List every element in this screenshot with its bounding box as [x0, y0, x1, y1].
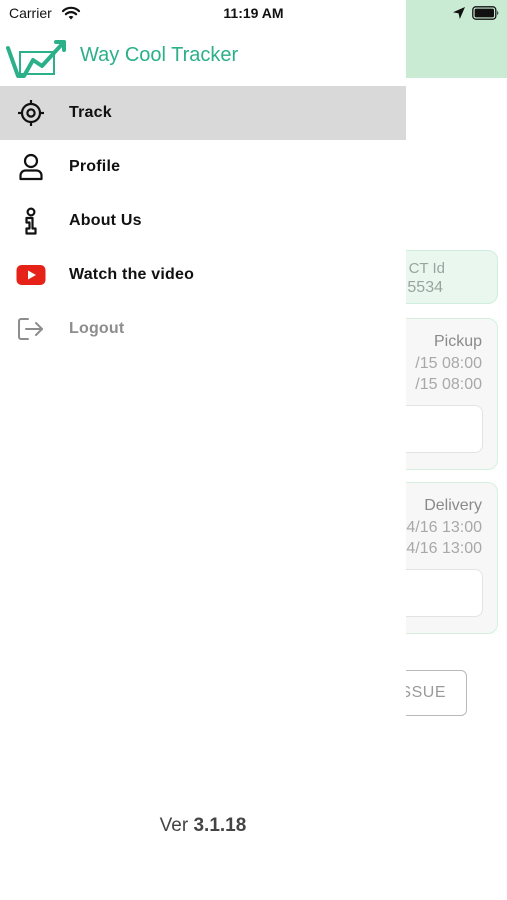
menu-label-logout: Logout: [69, 320, 125, 337]
issue-button-label: SSUE: [400, 684, 446, 701]
menu-item-logout[interactable]: Logout: [0, 302, 406, 356]
menu-label-profile: Profile: [69, 158, 121, 175]
crosshair-icon: [16, 99, 46, 127]
tracking-id-label: CT Id: [408, 260, 445, 277]
tracking-id-value: 5534: [407, 279, 443, 296]
navigation-drawer: Way Cool Tracker Track Profile About Us …: [0, 0, 406, 900]
youtube-icon: [16, 261, 46, 289]
status-time: 11:19 AM: [223, 5, 284, 21]
app-title: Way Cool Tracker: [80, 44, 239, 66]
drawer-menu: Track Profile About Us Watch the video L…: [0, 86, 406, 356]
user-icon: [16, 153, 46, 181]
location-arrow-icon: [453, 7, 465, 19]
pickup-time-1: /15 08:00: [415, 355, 482, 372]
menu-item-watch-video[interactable]: Watch the video: [0, 248, 406, 302]
menu-item-about-us[interactable]: About Us: [0, 194, 406, 248]
version-prefix: Ver: [159, 815, 189, 836]
menu-label-track: Track: [69, 104, 112, 121]
delivery-time-2: 4/16 13:00: [406, 540, 482, 557]
delivery-title: Delivery: [424, 497, 482, 514]
pickup-title: Pickup: [433, 333, 482, 350]
pickup-time-2: /15 08:00: [415, 376, 482, 393]
menu-label-watch-video: Watch the video: [69, 266, 195, 283]
logout-icon: [16, 315, 46, 343]
delivery-time-1: 4/16 13:00: [406, 519, 482, 536]
menu-label-about-us: About Us: [69, 212, 142, 229]
menu-item-profile[interactable]: Profile: [0, 140, 406, 194]
info-icon: [16, 207, 46, 235]
status-bar: Carrier 11:19 AM: [0, 0, 507, 28]
battery-icon: [472, 6, 499, 20]
version-number: 3.1.18: [193, 815, 247, 836]
app-version: Ver 3.1.18: [0, 815, 406, 837]
drawer-header: Way Cool Tracker: [0, 28, 406, 84]
tracker-logo-icon: [6, 40, 66, 78]
menu-item-track[interactable]: Track: [0, 86, 406, 140]
